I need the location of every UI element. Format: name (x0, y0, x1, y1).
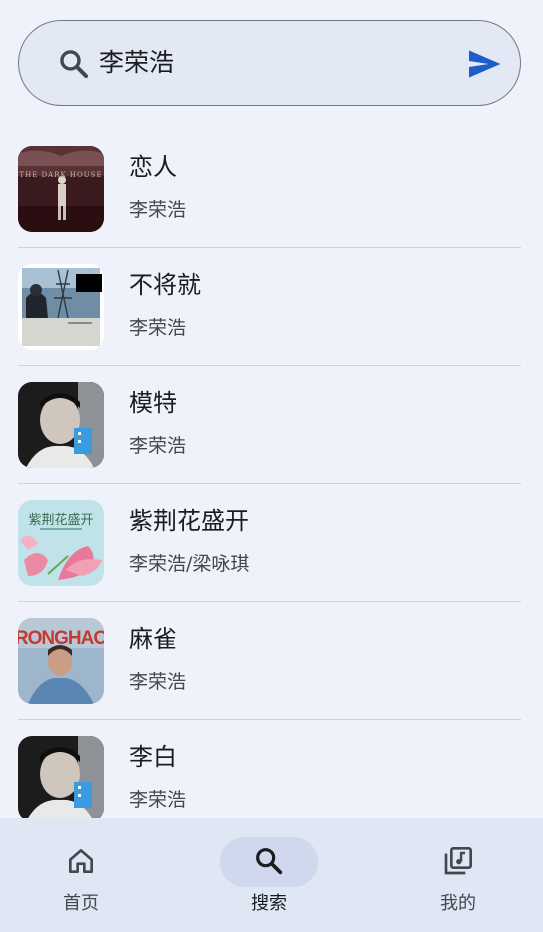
song-item[interactable]: 不将就 李荣浩 (18, 248, 521, 366)
song-title: 李白 (129, 743, 177, 771)
song-list: THE DARK HOUSE 恋人 李荣浩 不将就 李荣浩 模特 李荣浩 紫荆花… (18, 130, 521, 818)
song-artist: 李荣浩 (129, 435, 187, 457)
song-item[interactable]: 李白 李荣浩 (18, 720, 521, 818)
song-item[interactable]: RONGHAO 麻雀 李荣浩 (18, 602, 521, 720)
album-cover (18, 382, 104, 468)
album-cover: 紫荆花盛开 (18, 500, 104, 586)
search-icon (60, 50, 89, 79)
song-title: 紫荆花盛开 (129, 507, 249, 535)
send-icon[interactable] (465, 46, 503, 82)
song-artist: 李荣浩 (129, 317, 187, 339)
nav-search[interactable]: 搜索 (209, 818, 329, 932)
search-bar[interactable]: 李荣浩 (18, 20, 521, 106)
song-artist: 李荣浩/梁咏琪 (129, 553, 250, 575)
album-cover (18, 736, 104, 818)
music-library-icon (444, 847, 472, 875)
song-title: 不将就 (129, 271, 201, 299)
nav-home[interactable]: 首页 (21, 818, 141, 932)
nav-mine-label: 我的 (440, 893, 476, 914)
song-artist: 李荣浩 (129, 199, 187, 221)
song-item[interactable]: 紫荆花盛开 紫荆花盛开 李荣浩/梁咏琪 (18, 484, 521, 602)
album-cover: THE DARK HOUSE (18, 146, 104, 232)
song-title: 恋人 (129, 153, 177, 181)
album-cover: RONGHAO (18, 618, 104, 704)
song-item[interactable]: THE DARK HOUSE 恋人 李荣浩 (18, 130, 521, 248)
search-input[interactable]: 李荣浩 (99, 43, 174, 83)
bottom-navigation: 首页 搜索 我的 (0, 818, 543, 932)
home-icon (69, 849, 93, 873)
nav-mine[interactable]: 我的 (398, 818, 518, 932)
search-icon (256, 848, 283, 875)
cover-title: THE DARK HOUSE (19, 171, 102, 179)
song-artist: 李荣浩 (129, 789, 187, 811)
song-title: 麻雀 (129, 625, 177, 653)
song-item[interactable]: 模特 李荣浩 (18, 366, 521, 484)
nav-search-label: 搜索 (251, 893, 287, 914)
song-artist: 李荣浩 (129, 671, 187, 693)
nav-home-label: 首页 (63, 893, 99, 914)
album-cover (18, 264, 104, 350)
cover-title: 紫荆花盛开 (28, 512, 93, 528)
song-title: 模特 (129, 389, 177, 417)
